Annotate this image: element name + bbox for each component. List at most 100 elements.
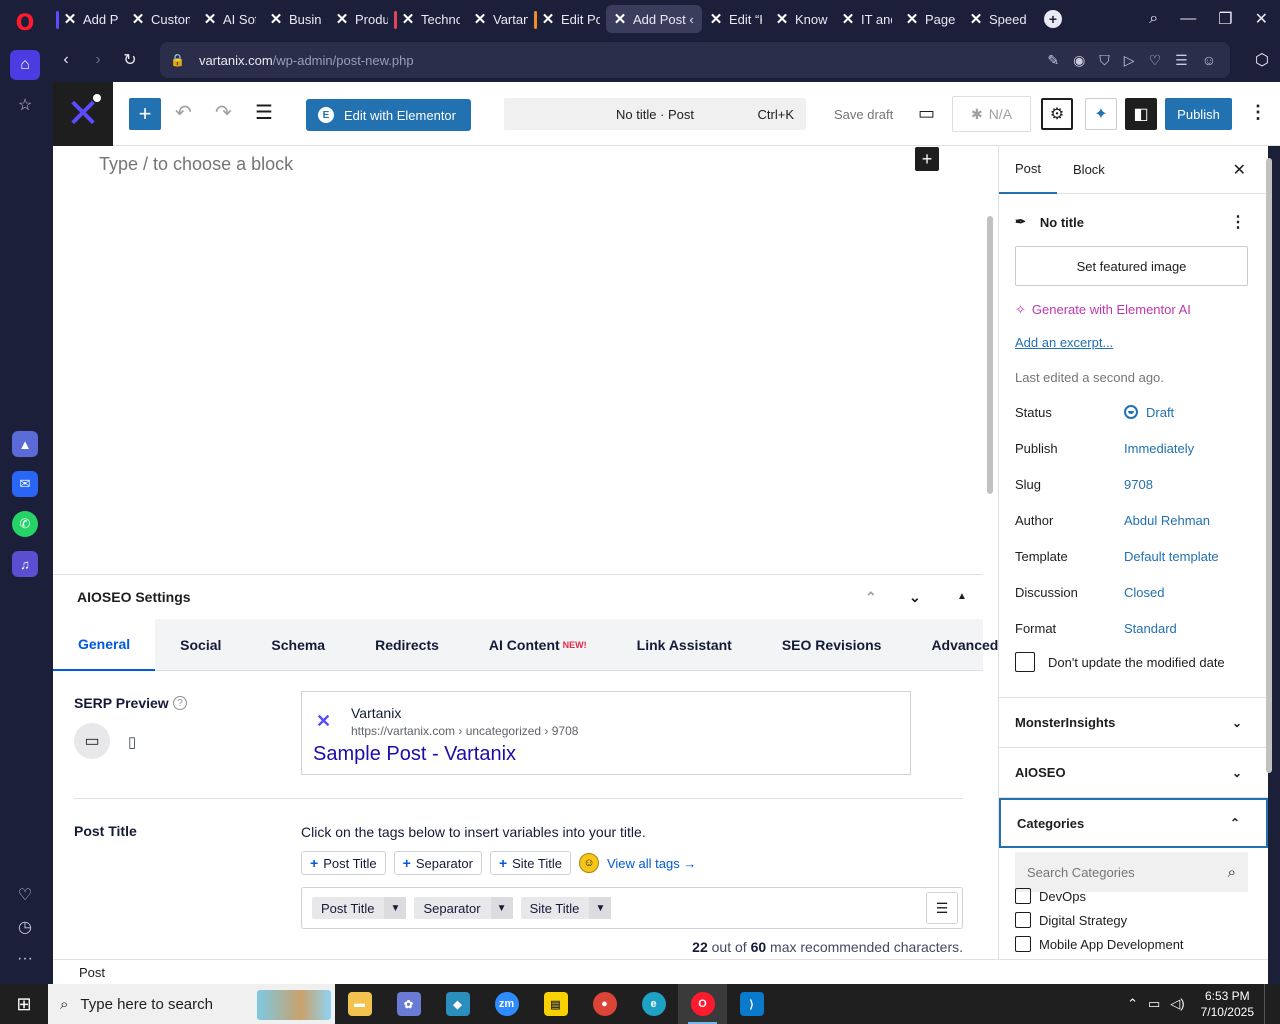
meta-value-button[interactable]: Closed — [1124, 585, 1164, 600]
sticky-notes-icon[interactable]: ▤ — [531, 984, 580, 1024]
clock[interactable]: 6:53 PM 7/10/2025 — [1201, 988, 1254, 1020]
category-checkbox[interactable] — [1015, 912, 1031, 928]
emoji-picker-icon[interactable]: ☺ — [578, 853, 599, 873]
move-down-icon[interactable]: ⌄ — [909, 589, 921, 606]
aioseo-tab[interactable]: General — [53, 619, 156, 671]
view-all-tags-link[interactable]: View all tags → — [607, 856, 696, 871]
heart-icon[interactable]: ♡ — [10, 880, 40, 910]
tab-block[interactable]: Block — [1057, 146, 1121, 194]
desktop-preview-icon[interactable]: ▭ — [74, 723, 110, 759]
aioseo-tab[interactable]: AI Content NEW! — [464, 619, 612, 671]
post-actions-icon[interactable]: ⋮ — [1230, 212, 1246, 232]
aioseo-tab[interactable]: Social — [155, 619, 246, 671]
meta-value-button[interactable]: Default template — [1124, 549, 1219, 564]
shield-icon[interactable]: ⛉ — [1099, 52, 1110, 69]
browser-tab[interactable]: ✕ Vartani — [466, 5, 534, 33]
more-icon[interactable]: ··· — [10, 944, 40, 974]
move-up-icon[interactable]: ⌃ — [865, 589, 877, 606]
browser-tab[interactable]: ✕ Busine — [262, 5, 328, 33]
volume-icon[interactable]: ◁) — [1170, 996, 1184, 1012]
browser-tab[interactable]: ✕ Techno — [394, 5, 466, 33]
block-inserter-button[interactable]: + — [915, 147, 939, 171]
browser-tab[interactable]: ✕ AI Soft — [196, 5, 262, 33]
panel-monsterinsights[interactable]: MonsterInsights ⌄ — [999, 698, 1268, 748]
browser-tab[interactable]: ✕ Custom — [124, 5, 196, 33]
chevron-up-icon[interactable]: ⌃ — [1127, 996, 1138, 1012]
generate-ai-link[interactable]: ✧ Generate with Elementor AI — [1015, 302, 1252, 318]
mobile-preview-icon[interactable]: ▯ — [128, 733, 136, 751]
insert-tag-button[interactable]: + Separator — [393, 851, 482, 875]
category-item[interactable]: Digital Strategy — [1015, 908, 1268, 932]
opera-taskbar-icon[interactable]: O — [678, 984, 727, 1024]
aioseo-tab[interactable]: Schema — [246, 619, 350, 671]
close-icon[interactable]: ✕ — [1233, 160, 1246, 180]
maximize-button[interactable]: ❐ — [1218, 9, 1232, 29]
meta-value-button[interactable]: 9708 — [1124, 477, 1153, 492]
ai-tools-button[interactable]: ✦ — [1085, 98, 1117, 130]
chrome-icon[interactable]: ● — [580, 984, 629, 1024]
home-icon[interactable]: ⌂ — [10, 50, 40, 80]
dont-update-row[interactable]: Don't update the modified date — [1015, 652, 1252, 672]
category-checkbox[interactable] — [1015, 936, 1031, 952]
camera-icon[interactable]: ◉ — [1073, 52, 1085, 69]
close-window-button[interactable]: ✕ — [1255, 9, 1268, 29]
edge-icon[interactable]: e — [629, 984, 678, 1024]
heart-icon[interactable]: ♡ — [1149, 52, 1162, 69]
paint-app-icon[interactable]: ✿ — [384, 984, 433, 1024]
preview-icon[interactable]: ▭ — [918, 103, 935, 124]
insert-tag-icon[interactable]: ☰ — [926, 892, 958, 924]
block-placeholder[interactable]: Type / to choose a block — [99, 154, 293, 175]
aioseo-tab[interactable]: Redirects — [350, 619, 464, 671]
messenger-icon[interactable]: ✉ — [12, 471, 38, 497]
zoom-icon[interactable]: zm — [482, 984, 531, 1024]
menu-icon[interactable]: ☰ — [1175, 52, 1188, 69]
add-block-button[interactable]: + — [129, 98, 161, 130]
collapse-panel-icon[interactable]: ▲ — [957, 591, 967, 602]
file-explorer-icon[interactable]: ▬ — [335, 984, 384, 1024]
meta-value-button[interactable]: Draft — [1124, 405, 1174, 420]
arc-app-icon[interactable]: ▲ — [12, 431, 38, 457]
dont-update-checkbox[interactable] — [1015, 652, 1035, 672]
publish-button[interactable]: Publish — [1165, 98, 1232, 130]
new-tab-button[interactable]: + — [1044, 10, 1062, 28]
seo-score-button[interactable]: ✱ N/A — [952, 96, 1031, 132]
category-item[interactable]: DevOps — [1015, 884, 1268, 908]
add-excerpt-link[interactable]: Add an excerpt... — [1015, 335, 1252, 350]
chevron-down-icon[interactable]: ▼ — [589, 897, 612, 919]
history-icon[interactable]: ◷ — [10, 912, 40, 942]
meta-value-button[interactable]: Immediately — [1124, 441, 1194, 456]
insert-tag-button[interactable]: + Post Title — [301, 851, 386, 875]
aioseo-settings-button[interactable]: ⚙ — [1041, 98, 1073, 130]
editor-canvas[interactable]: Type / to choose a block + — [53, 146, 983, 574]
profile-icon[interactable]: ☺ — [1202, 52, 1216, 68]
meta-value-button[interactable]: Standard — [1124, 621, 1177, 636]
browser-tab[interactable]: ✕ Add Post ‹ V — [606, 5, 702, 33]
reload-button[interactable]: ↻ — [114, 50, 146, 70]
seo-title-field[interactable]: Post Title ▼ Separator ▼ Site Title ▼ ☰ — [301, 887, 963, 929]
edit-icon[interactable]: ✎ — [1047, 52, 1059, 69]
forward-button[interactable]: › — [82, 51, 114, 69]
play-icon[interactable]: ▷ — [1124, 52, 1135, 69]
url-field[interactable]: 🔒 vartanix.com/wp-admin/post-new.php ✎ ◉… — [160, 42, 1230, 78]
insert-tag-button[interactable]: + Site Title — [489, 851, 571, 875]
opera-logo-icon[interactable]: O — [10, 8, 40, 38]
aioseo-tab[interactable]: SEO Revisions — [757, 619, 907, 671]
title-token[interactable]: Separator ▼ — [414, 897, 513, 919]
category-item[interactable]: Mobile App Development — [1015, 932, 1268, 956]
show-desktop-button[interactable] — [1264, 984, 1268, 1024]
cube-icon[interactable]: ⬡ — [1244, 42, 1280, 78]
edit-with-elementor-button[interactable]: E Edit with Elementor — [306, 99, 471, 131]
set-featured-image-button[interactable]: Set featured image — [1015, 246, 1248, 286]
chevron-down-icon[interactable]: ▼ — [384, 897, 407, 919]
sidebar-scrollbar[interactable] — [1265, 146, 1273, 959]
title-token[interactable]: Post Title ▼ — [312, 897, 407, 919]
taskbar-search[interactable]: ⌕ Type here to search — [48, 984, 335, 1024]
canvas-scrollbar[interactable] — [986, 146, 994, 956]
browser-tab[interactable]: ✕ Pages — [898, 5, 962, 33]
whatsapp-icon[interactable]: ✆ — [12, 511, 38, 537]
app-diamond-icon[interactable]: ◆ — [433, 984, 482, 1024]
redo-icon[interactable]: ↷ — [215, 100, 232, 125]
help-icon[interactable]: ? — [173, 696, 187, 710]
back-button[interactable]: ‹ — [50, 51, 82, 69]
music-app-icon[interactable]: ♫ — [12, 551, 38, 577]
